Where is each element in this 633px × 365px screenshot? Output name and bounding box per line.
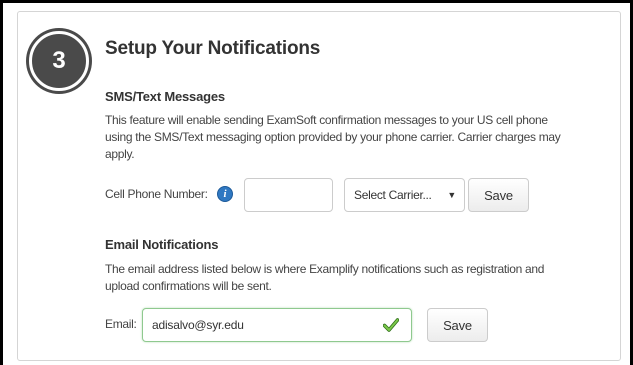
- sms-description-line: using the SMS/Text messaging option prov…: [105, 130, 561, 144]
- step-number: 3: [52, 47, 66, 74]
- email-save-button[interactable]: Save: [427, 308, 488, 342]
- dropdown-arrow-icon: ▼: [447, 190, 456, 200]
- sms-description-line: This feature will enable sending ExamSof…: [105, 113, 548, 127]
- email-description-line: The email address listed below is where …: [105, 262, 545, 276]
- carrier-select-value: Select Carrier...: [354, 188, 432, 202]
- cell-phone-input[interactable]: [244, 178, 333, 212]
- screenshot-frame: 3 Setup Your Notifications SMS/Text Mess…: [0, 0, 633, 365]
- sms-description: This feature will enable sending ExamSof…: [105, 112, 610, 163]
- info-icon[interactable]: i: [217, 186, 233, 202]
- section-title: Setup Your Notifications: [105, 38, 321, 59]
- email-description-line: upload confirmations will be sent.: [105, 279, 272, 293]
- checkmark-icon: [383, 318, 399, 332]
- sms-description-line: apply.: [105, 147, 135, 161]
- sms-save-button[interactable]: Save: [468, 178, 529, 212]
- step-number-badge: 3: [29, 31, 89, 91]
- email-heading: Email Notifications: [105, 237, 219, 252]
- email-input-value: adisalvo@syr.edu: [152, 318, 244, 332]
- cell-phone-label: Cell Phone Number:: [105, 187, 208, 201]
- email-label: Email:: [105, 317, 137, 331]
- carrier-select[interactable]: Select Carrier... ▼: [344, 178, 465, 212]
- email-input[interactable]: adisalvo@syr.edu: [142, 308, 412, 342]
- sms-heading: SMS/Text Messages: [105, 89, 225, 104]
- email-description: The email address listed below is where …: [105, 261, 610, 295]
